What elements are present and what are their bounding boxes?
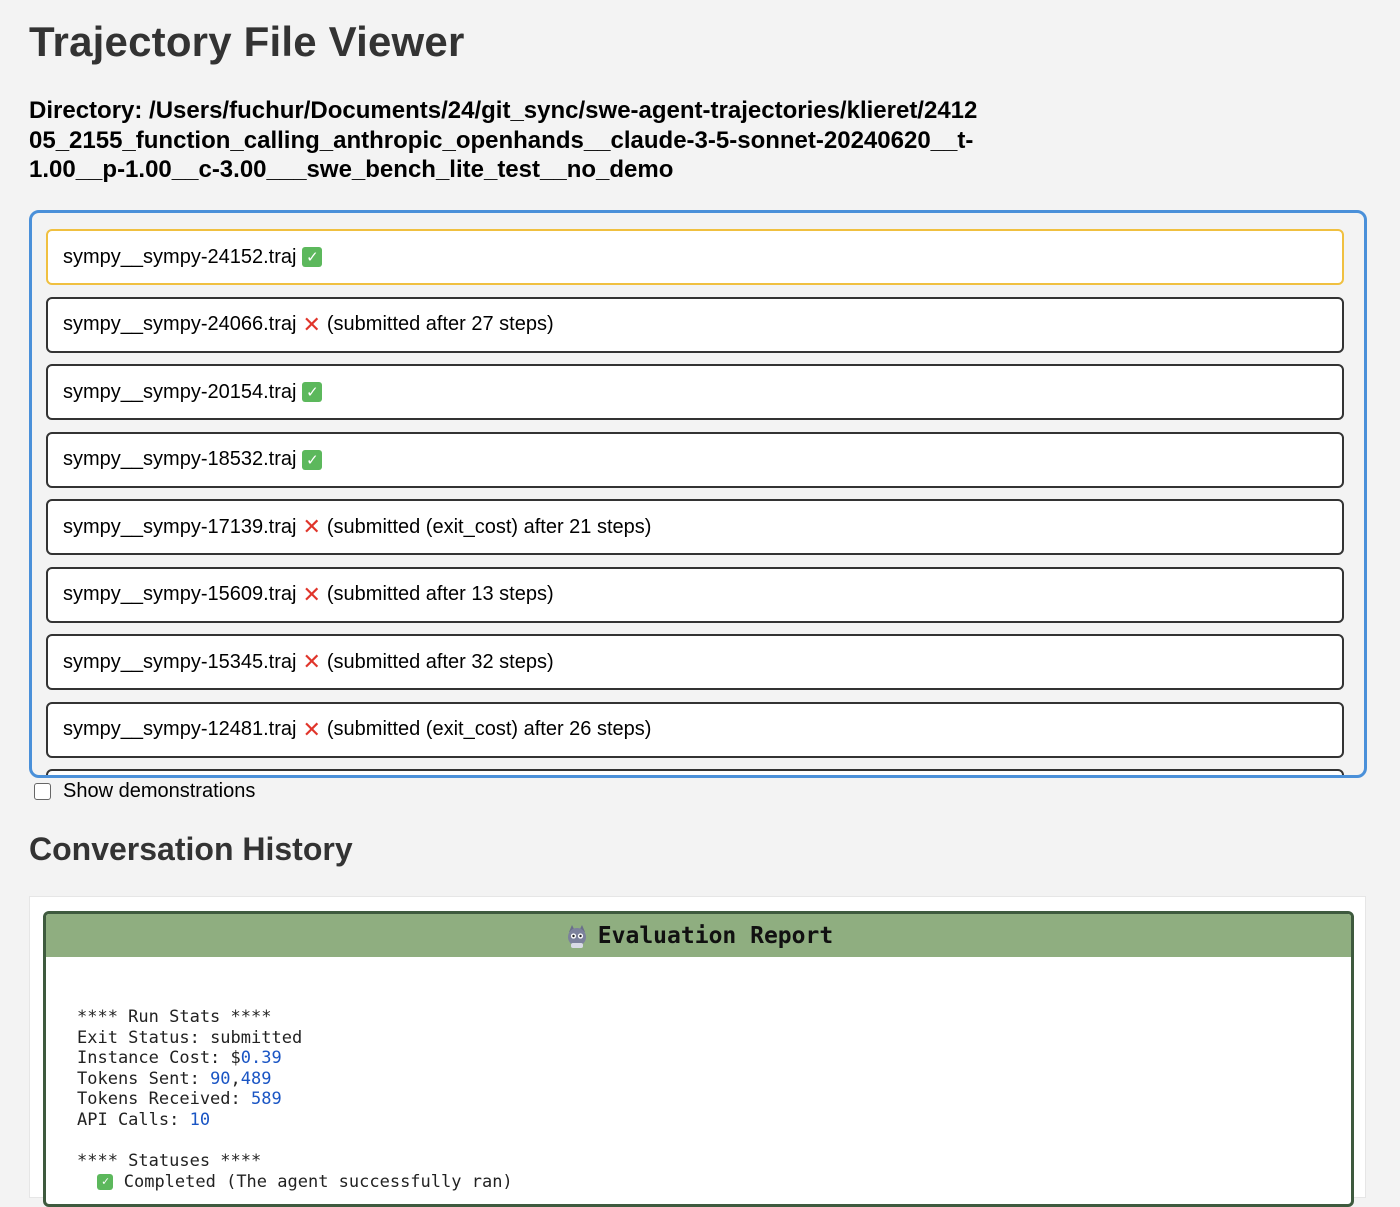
file-list-item[interactable]: sympy__sympy-15345.traj ✕ (submitted after… <box>46 634 1344 690</box>
directory-path: Directory: /Users/fuchur/Documents/24/gi… <box>29 97 978 183</box>
file-status-note: (submitted (exit_cost) after 21 steps) <box>326 515 652 538</box>
file-status-note: (submitted after 27 steps) <box>326 313 554 335</box>
cross-icon: ✕ <box>302 311 321 337</box>
file-list-item[interactable]: sympy__sympy-18532.traj ✓ <box>46 431 1344 488</box>
file-status-note: (submitted after 13 steps) <box>326 583 554 605</box>
tokens-received-label: Tokens Received: <box>77 1089 251 1110</box>
api-calls-label: API Calls: <box>77 1109 190 1130</box>
file-list-item[interactable]: sympy__sympy-12481.traj ✕ (submitted (exit… <box>46 701 1344 758</box>
evaluation-report-header: Evaluation Report <box>46 914 1351 957</box>
conversation-history-panel: Evaluation Report **** Run Stats **** Ex… <box>29 896 1366 1207</box>
conversation-history-title: Conversation History <box>29 831 353 867</box>
run-stats-heading: **** Run Stats **** <box>77 1007 272 1027</box>
page-title: Trajectory File Viewer <box>29 18 465 65</box>
file-name: sympy__sympy-24066.traj <box>63 313 297 335</box>
evaluation-report: Evaluation Report **** Run Stats **** Ex… <box>43 911 1354 1207</box>
evaluation-report-title: Evaluation Report <box>597 922 834 949</box>
file-list-item[interactable]: sympy__sympy-17139.traj ✕ (submitted (exit… <box>46 499 1344 555</box>
show-demonstrations-label: Show demonstrations <box>63 780 256 802</box>
file-name: sympy__sympy-15345.traj <box>63 650 297 673</box>
mascot-icon <box>567 924 586 948</box>
check-box-icon: ✓ <box>302 449 323 470</box>
file-list-item[interactable]: sympy__sympy-24066.traj ✕ (submitted after… <box>46 296 1344 353</box>
check-box-icon: ✓ <box>97 1173 114 1190</box>
statuses-heading: **** Statuses **** <box>77 1151 262 1172</box>
file-name: sympy__sympy-12481.traj <box>63 718 297 740</box>
check-box-icon: ✓ <box>302 247 323 267</box>
file-name: sympy__sympy-24152.traj <box>63 245 297 268</box>
file-name: sympy__sympy-18532.traj <box>63 448 297 470</box>
check-box-icon: ✓ <box>302 382 323 402</box>
file-name: sympy__sympy-20154.traj <box>63 380 297 403</box>
tokens-sent-value-b: 489 <box>240 1068 272 1089</box>
tokens-sent-value-a: 90 <box>210 1068 231 1089</box>
file-list-item[interactable] <box>46 769 1344 775</box>
exit-status-value: submitted <box>210 1027 303 1048</box>
file-name: sympy__sympy-17139.traj <box>63 515 297 538</box>
file-list-item[interactable]: sympy__sympy-24152.traj ✓ <box>46 229 1344 285</box>
instance-cost-label: Instance Cost: $ <box>77 1048 241 1069</box>
instance-cost-value: 0.39 <box>240 1048 282 1069</box>
file-name: sympy__sympy-15609.traj <box>63 583 297 605</box>
status-line: Completed (The agent successfully ran) <box>123 1171 513 1192</box>
cross-icon: ✕ <box>302 581 321 607</box>
file-status-note: (submitted (exit_cost) after 26 steps) <box>326 718 652 740</box>
tokens-received-value: 589 <box>251 1089 282 1110</box>
file-list-item[interactable]: sympy__sympy-15609.traj ✕ (submitted after… <box>46 566 1344 623</box>
cross-icon: ✕ <box>302 716 321 742</box>
evaluation-report-body: **** Run Stats **** Exit Status: submitt… <box>77 1007 513 1192</box>
cross-icon: ✕ <box>302 514 321 539</box>
show-demonstrations-toggle[interactable]: Show demonstrations <box>34 780 255 803</box>
show-demonstrations-checkbox[interactable] <box>34 783 51 800</box>
file-list-item[interactable]: sympy__sympy-20154.traj ✓ <box>46 364 1344 420</box>
file-status-note: (submitted after 32 steps) <box>326 650 554 673</box>
api-calls-value: 10 <box>189 1109 211 1130</box>
file-list[interactable]: sympy__sympy-24152.traj ✓ sympy__sympy-240… <box>29 210 1367 778</box>
cross-icon: ✕ <box>302 649 321 674</box>
exit-status-label: Exit Status: <box>77 1027 211 1048</box>
tokens-sent-label: Tokens Sent: <box>77 1068 211 1089</box>
